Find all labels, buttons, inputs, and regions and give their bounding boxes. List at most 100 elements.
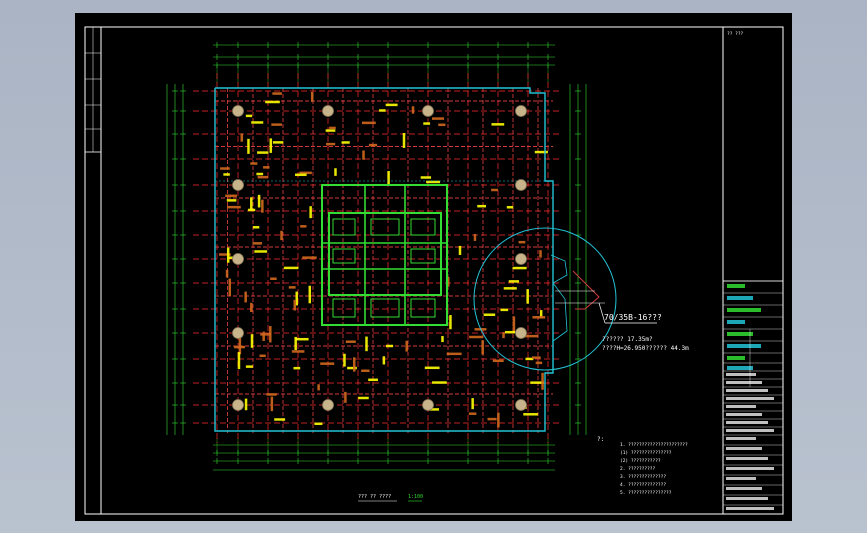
title-block-text xyxy=(726,413,762,416)
member-label xyxy=(244,398,248,411)
columns xyxy=(232,105,527,411)
member-label xyxy=(506,206,514,209)
member-label xyxy=(234,345,245,349)
core-room xyxy=(410,218,436,236)
member-label xyxy=(269,138,273,153)
member-label xyxy=(526,289,529,304)
title-block-text xyxy=(726,447,762,450)
callout-label: 70/35B-16??? xyxy=(604,313,662,322)
member-label xyxy=(300,225,307,228)
member-label xyxy=(441,336,444,343)
member-label xyxy=(244,291,247,303)
member-label xyxy=(288,286,296,289)
note-line: 5. ???????????????? xyxy=(620,490,672,496)
core-room xyxy=(410,298,436,318)
member-label xyxy=(512,266,527,270)
member-label xyxy=(271,123,282,126)
member-label xyxy=(257,194,261,208)
member-label xyxy=(245,365,253,368)
general-notes: 1. ?????????????????????? (1) ??????????… xyxy=(620,442,688,496)
member-label xyxy=(361,121,376,125)
title-block-entry xyxy=(727,332,753,336)
member-label xyxy=(344,391,347,403)
member-label xyxy=(250,162,258,165)
member-label xyxy=(293,366,301,370)
member-label xyxy=(365,336,368,352)
member-label xyxy=(317,384,320,391)
member-label xyxy=(512,316,516,334)
member-label xyxy=(245,114,253,118)
note-line: 4. ?????????????? xyxy=(620,482,666,488)
title-block-text xyxy=(726,389,768,392)
member-label xyxy=(295,173,307,177)
member-label xyxy=(254,250,268,253)
member-label xyxy=(382,356,386,365)
member-label xyxy=(386,344,394,348)
area-note-1: ?????? 17.35m? xyxy=(602,336,653,343)
member-label xyxy=(334,168,337,176)
member-label xyxy=(226,199,237,202)
title-block-entry xyxy=(727,320,745,324)
title-block-text xyxy=(726,477,756,480)
member-label xyxy=(291,350,305,353)
floor-plan-drawing[interactable]: ?? ??? 70/35B-16??? ?????? 17.35m? ????H… xyxy=(75,13,792,521)
member-label xyxy=(518,240,526,244)
cad-viewport[interactable]: ?? ??? 70/35B-16??? ?????? 17.35m? ????H… xyxy=(75,13,792,521)
member-label xyxy=(314,422,323,426)
member-label xyxy=(293,299,296,311)
member-label xyxy=(250,197,253,210)
member-label xyxy=(469,335,483,339)
core-room xyxy=(332,298,356,318)
title-block-text xyxy=(726,497,768,500)
member-label xyxy=(259,354,266,358)
note-line: 1. ?????????????????????? xyxy=(620,442,688,448)
note-line: 2. ?????????? xyxy=(620,466,656,472)
member-label xyxy=(274,418,286,421)
member-label xyxy=(491,123,505,126)
column xyxy=(515,253,527,265)
member-label xyxy=(252,226,260,229)
member-label xyxy=(250,334,254,348)
member-label xyxy=(358,396,369,400)
column xyxy=(422,105,434,117)
member-label xyxy=(487,417,497,421)
member-label xyxy=(320,362,335,365)
column xyxy=(515,399,527,411)
member-label xyxy=(220,167,230,170)
column xyxy=(232,399,244,411)
member-label xyxy=(270,396,274,412)
core-room xyxy=(370,298,400,318)
member-label xyxy=(302,256,317,259)
member-label xyxy=(261,199,264,213)
member-label xyxy=(225,269,229,278)
member-label xyxy=(523,413,538,416)
member-label xyxy=(449,315,452,330)
core-room xyxy=(332,218,356,236)
title-block-entry xyxy=(727,356,745,360)
title-block-entry xyxy=(727,284,745,288)
column xyxy=(322,105,334,117)
column xyxy=(232,327,244,339)
title-block-header: ?? ??? xyxy=(727,31,744,37)
member-label xyxy=(329,126,336,130)
column xyxy=(515,179,527,191)
member-label xyxy=(257,175,269,179)
area-note-2: ????H=26.950?????? 44.3m xyxy=(602,345,689,352)
member-label xyxy=(539,250,542,258)
title-block-entry xyxy=(727,366,753,370)
title-block-text xyxy=(726,429,774,432)
member-label xyxy=(532,316,546,319)
member-label xyxy=(240,133,244,142)
title-block: ?? ??? xyxy=(722,27,783,514)
member-label xyxy=(265,100,280,104)
member-label xyxy=(270,277,277,280)
title-block-text xyxy=(726,397,774,400)
sheet-border xyxy=(84,26,784,515)
member-label xyxy=(263,166,270,169)
member-label xyxy=(471,398,474,410)
title-block-text xyxy=(726,381,762,384)
member-label xyxy=(272,92,282,95)
member-label xyxy=(295,337,309,341)
member-label xyxy=(226,247,230,263)
slab-edge xyxy=(214,87,554,432)
